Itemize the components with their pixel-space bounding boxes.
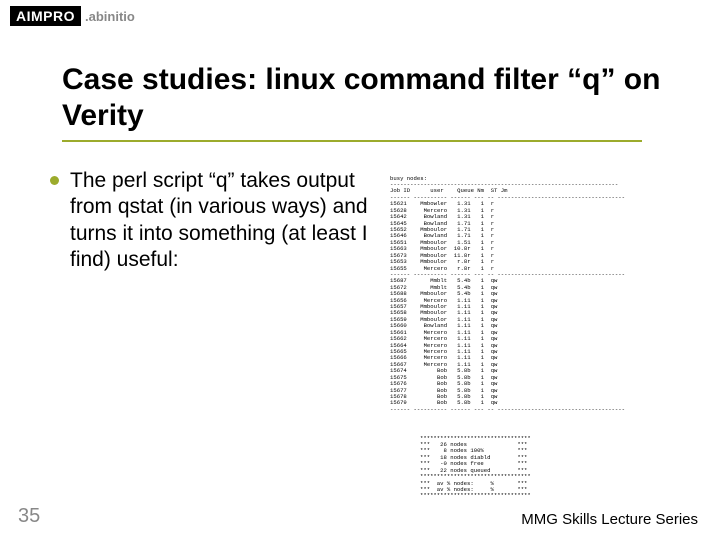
body-text: The perl script “q” takes output from qs… — [70, 168, 370, 273]
logo-brand: AIMPRO — [10, 6, 81, 26]
title-underline — [62, 140, 642, 142]
terminal-output: busy nodes: ----------------------------… — [390, 176, 700, 414]
slide-title: Case studies: linux command filter “q” o… — [62, 62, 680, 134]
logo: AIMPRO .abinitio — [10, 6, 135, 26]
footer-text: MMG Skills Lecture Series — [521, 511, 698, 528]
logo-sub: .abinitio — [85, 9, 135, 24]
bullet-dot — [50, 176, 59, 185]
terminal-summary: ********************************* *** 26… — [420, 436, 670, 500]
page-number: 35 — [18, 505, 40, 528]
